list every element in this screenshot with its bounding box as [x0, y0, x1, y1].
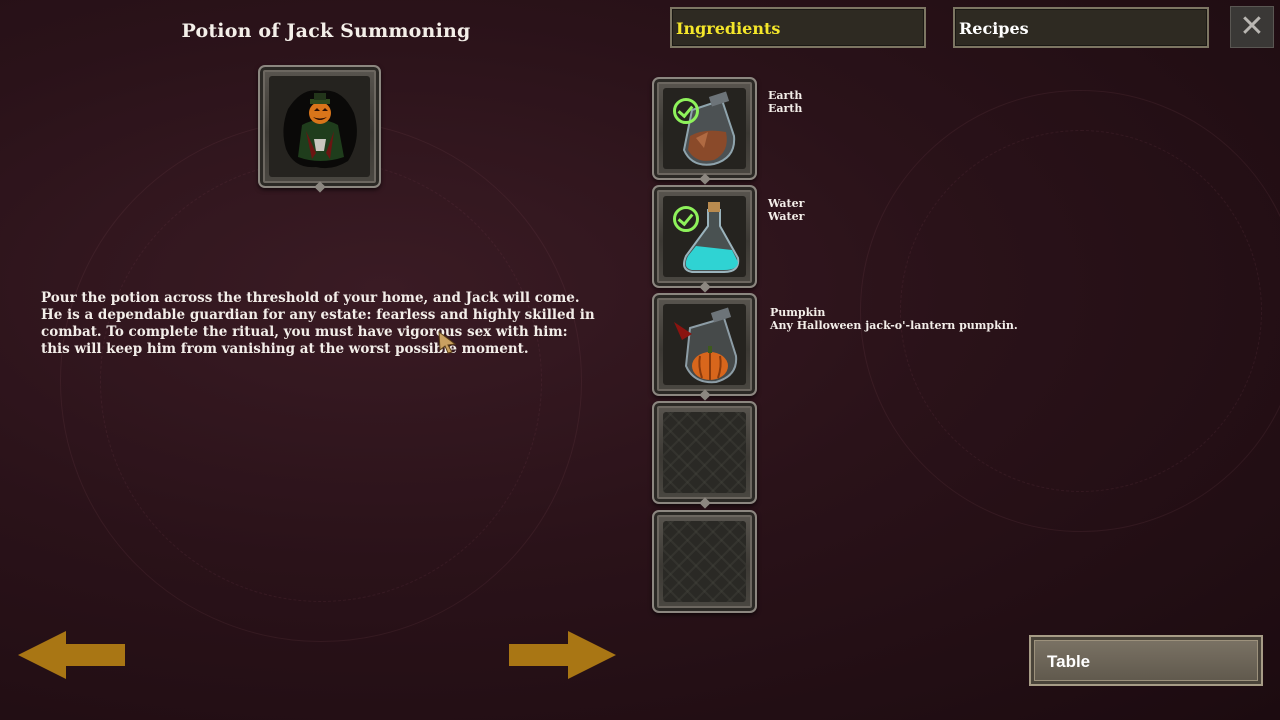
check-icon [673, 98, 699, 124]
jack-o-lantern-figure-icon [282, 89, 357, 168]
ingredient-slot-empty[interactable] [652, 401, 757, 509]
table-button[interactable]: Table [1029, 635, 1263, 686]
ingredient-detail: Water [768, 210, 805, 223]
ingredient-detail: Earth [768, 102, 803, 115]
tab-ingredients[interactable]: Ingredients [670, 7, 926, 48]
pumpkin-jar-icon [673, 306, 737, 383]
ingredient-name: Pumpkin [770, 306, 826, 319]
ingredient-name: Earth [768, 89, 803, 102]
ingredient-name: Water [768, 197, 805, 210]
ingredient-detail: Any Halloween jack-o'-lantern pumpkin. [770, 319, 1018, 332]
earth-jar-icon [682, 90, 735, 166]
arrow-left-icon[interactable] [18, 630, 126, 680]
ingredient-slot-water[interactable] [652, 185, 757, 293]
check-icon [673, 206, 699, 232]
tab-recipes[interactable]: Recipes [953, 7, 1209, 48]
water-flask-icon [682, 201, 739, 273]
cursor-icon [438, 330, 457, 354]
background-sigil [60, 120, 582, 642]
background-sigil [100, 160, 542, 602]
ingredient-info-pumpkin: Pumpkin Any Halloween jack-o'-lantern pu… [770, 306, 1018, 332]
ingredient-slot-empty[interactable] [652, 510, 757, 613]
recipe-description: Pour the potion across the threshold of … [41, 290, 595, 357]
ingredient-info-water: Water Water [768, 197, 804, 223]
recipe-portrait [258, 65, 381, 193]
ingredient-slot-earth[interactable] [652, 77, 757, 185]
close-button[interactable]: ✕ [1230, 6, 1274, 48]
recipe-title: Potion of Jack Summoning [181, 20, 471, 42]
ingredient-slot-pumpkin[interactable] [652, 293, 757, 401]
ingredient-info-earth: Earth Earth [768, 89, 802, 115]
close-icon: ✕ [1239, 9, 1265, 44]
arrow-right-icon[interactable] [509, 630, 617, 680]
